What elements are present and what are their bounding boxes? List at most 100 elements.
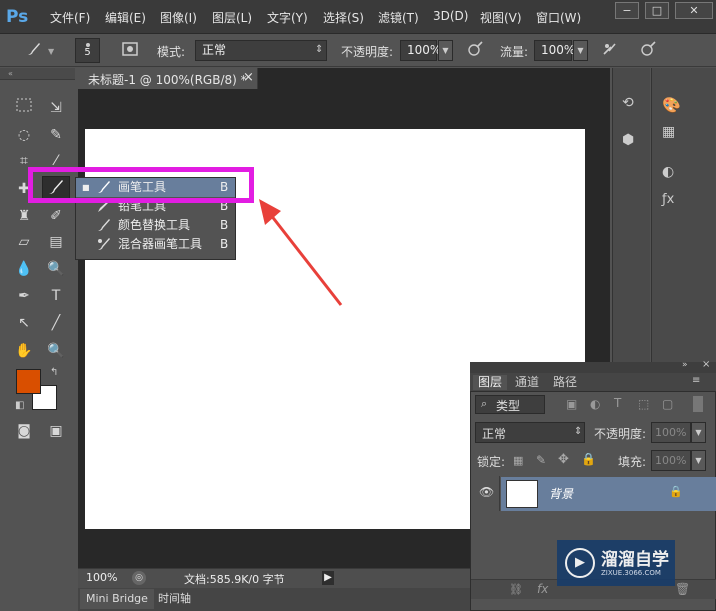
play-icon: ▶ [565,548,595,578]
collapse-arrows-icon[interactable]: « [0,68,75,79]
link-layers-icon[interactable]: ⛓ [509,583,523,596]
fill-dropdown-icon[interactable]: ▼ [691,450,706,471]
zoom-tool-icon[interactable]: 🔍 [45,340,67,362]
type-tool-icon[interactable]: T [45,285,67,307]
minimize-button[interactable]: − [615,2,639,19]
tab-channels[interactable]: 通道 [510,375,544,390]
collapse-panel-icon[interactable]: » [682,360,688,370]
lock-position-icon[interactable]: ✥ [558,452,569,467]
app-logo: Ps [6,7,29,27]
menu-image[interactable]: 图像(I) [160,9,197,26]
brush-size-picker[interactable]: 5 [75,38,100,63]
layer-opacity-label: 不透明度: [594,427,647,441]
marquee-tool-icon[interactable] [13,97,35,119]
flyout-item-shortcut: B [220,218,229,232]
move-tool-icon[interactable]: ⇲ [45,97,67,119]
brush-preset-icon[interactable] [24,40,44,60]
lock-all-icon[interactable]: 🔒 [581,452,596,466]
3d-panel-icon[interactable]: ⬢ [622,132,634,148]
close-document-icon[interactable]: × [243,70,254,85]
pressure-opacity-icon[interactable] [465,40,485,60]
flyout-item-mixer-brush[interactable]: 混合器画笔工具 B [76,235,235,254]
line-tool-icon[interactable]: ╱ [45,312,67,334]
brush-preset-dropdown-icon[interactable]: ▼ [48,47,54,56]
tab-mini-bridge[interactable]: Mini Bridge [80,589,154,609]
menu-view[interactable]: 视图(V) [480,9,522,26]
brush-panel-icon[interactable] [120,40,140,60]
swap-colors-icon[interactable]: ↰ [50,367,58,378]
tab-paths[interactable]: 路径 [548,375,582,390]
quick-select-tool-icon[interactable]: ✎ [45,124,67,146]
close-window-button[interactable]: ✕ [675,2,713,19]
clone-stamp-tool-icon[interactable]: ♜ [13,205,35,227]
layer-thumbnail [506,480,538,508]
gradient-tool-icon[interactable]: ▤ [45,231,67,253]
layer-opacity-input[interactable]: 100% [651,422,691,443]
status-menu-arrow-icon[interactable]: ▶ [322,571,334,585]
zoom-level[interactable]: 100% [86,571,117,584]
adjustments-panel-icon[interactable]: ◐ [662,164,674,180]
path-select-tool-icon[interactable]: ↖ [13,312,35,334]
lock-transparent-icon[interactable]: ▦ [513,454,523,467]
hand-tool-icon[interactable]: ✋ [13,340,35,362]
highlight-box [28,167,254,203]
screen-mode-icon[interactable]: ▣ [45,420,67,442]
menu-type[interactable]: 文字(Y) [267,9,308,26]
swatches-panel-icon[interactable]: ▦ [662,124,675,140]
foreground-color-swatch[interactable] [16,369,41,394]
status-info-icon[interactable]: ◎ [132,571,146,585]
lock-pixels-icon[interactable]: ✎ [536,453,546,467]
filter-shape-icon[interactable]: ⬚ [638,397,649,411]
document-info: 文档:585.9K/0 字节 [184,573,285,586]
menu-select[interactable]: 选择(S) [323,9,364,26]
tab-timeline[interactable]: 时间轴 [152,589,197,609]
menu-layer[interactable]: 图层(L) [212,9,252,26]
mode-select[interactable]: 正常 [195,40,327,61]
flow-input[interactable]: 100% [534,40,575,61]
filter-toggle[interactable] [693,396,703,412]
layer-name[interactable]: 背景 [549,485,573,502]
close-panel-icon[interactable]: × [702,359,710,370]
layer-filter-select[interactable]: ⌕ 类型 [475,395,545,414]
flow-dropdown-icon[interactable]: ▼ [573,40,588,61]
watermark-title: 溜溜自学 [601,550,669,570]
opacity-dropdown-icon[interactable]: ▼ [438,40,453,61]
styles-panel-icon[interactable]: ƒx [662,192,674,207]
default-colors-icon[interactable]: ◧ [15,400,24,411]
filter-smart-object-icon[interactable]: ▢ [662,397,673,411]
blend-mode-select[interactable]: 正常 ⇕ [475,422,585,443]
menu-edit[interactable]: 编辑(E) [105,9,146,26]
eraser-tool-icon[interactable]: ▱ [13,231,35,253]
filter-pixel-icon[interactable]: ▣ [566,397,577,411]
document-tab[interactable]: 未标题-1 @ 100%(RGB/8) * × [78,68,258,89]
layer-row-background[interactable]: 背景 🔒 [501,477,716,511]
flyout-item-label: 混合器画笔工具 [118,237,203,251]
layer-style-icon[interactable]: fx [537,582,548,596]
document-title: 未标题-1 @ 100%(RGB/8) * [88,73,247,87]
filter-adjustment-icon[interactable]: ◐ [590,397,600,411]
opacity-input[interactable]: 100% [400,40,441,61]
quick-mask-icon[interactable]: ◙ [13,420,35,442]
menu-3d[interactable]: 3D(D) [433,9,468,23]
airbrush-icon[interactable] [600,40,620,60]
layer-visibility-toggle[interactable]: 👁 [471,476,500,511]
menu-window[interactable]: 窗口(W) [536,9,581,26]
fill-input[interactable]: 100% [651,450,691,471]
color-panel-icon[interactable]: 🎨 [662,96,681,114]
panel-menu-icon[interactable]: ≡ [692,375,700,386]
blur-tool-icon[interactable]: 💧 [13,258,35,280]
layer-opacity-dropdown-icon[interactable]: ▼ [691,422,706,443]
delete-layer-icon[interactable]: 🗑 [675,582,690,596]
flyout-item-color-replacement[interactable]: 颜色替换工具 B [76,216,235,235]
history-panel-icon[interactable]: ⟲ [622,95,634,111]
menu-file[interactable]: 文件(F) [50,9,90,26]
pen-tool-icon[interactable]: ✒ [13,285,35,307]
pressure-size-icon[interactable] [638,40,658,60]
tab-layers[interactable]: 图层 [473,375,508,390]
maximize-button[interactable]: □ [645,2,669,19]
lasso-tool-icon[interactable]: ◌ [13,124,35,146]
filter-type-icon[interactable]: T [614,396,621,410]
menu-filter[interactable]: 滤镜(T) [378,9,419,26]
dodge-tool-icon[interactable]: 🔍 [45,258,67,280]
history-brush-tool-icon[interactable]: ✐ [45,205,67,227]
